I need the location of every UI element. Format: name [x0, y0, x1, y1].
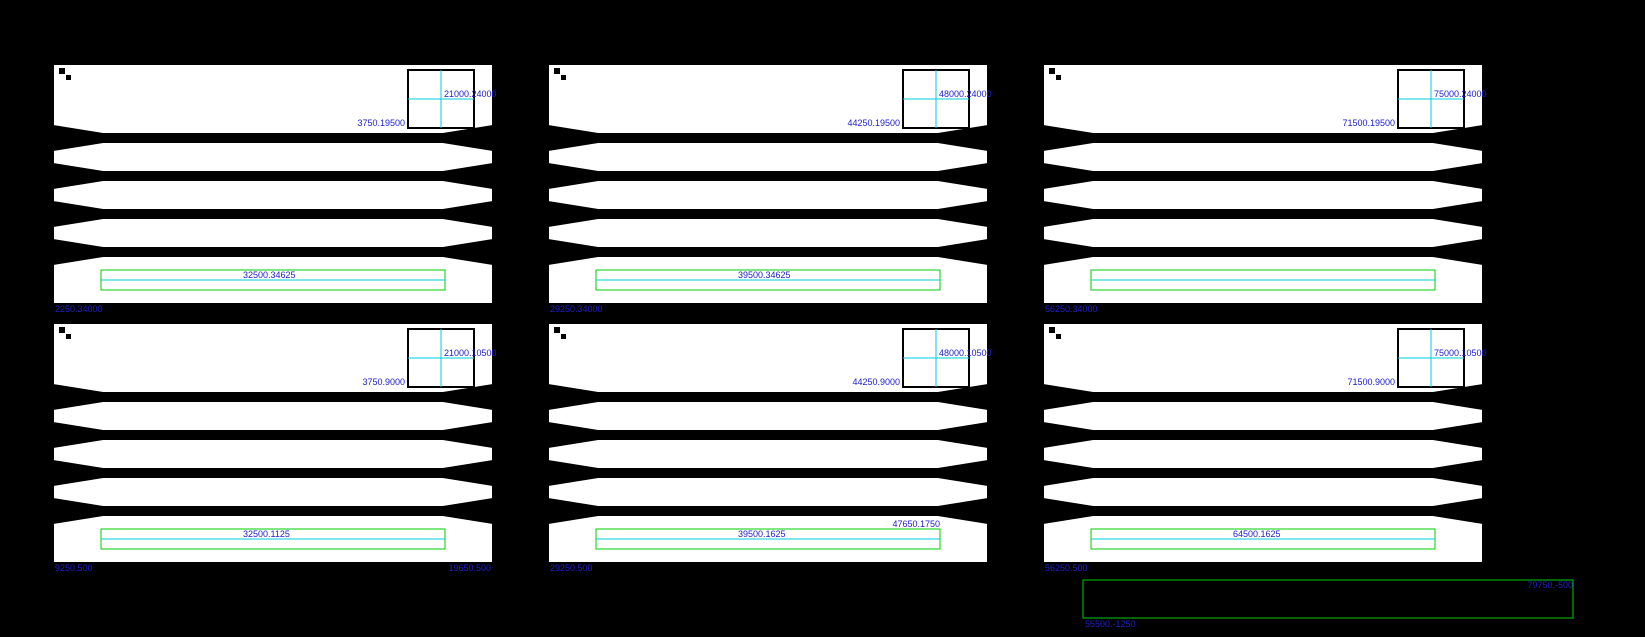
coord-label: 32500.1125	[243, 529, 290, 539]
coord-label: 9250.500	[55, 563, 93, 573]
coord-label: 48000.24000	[939, 89, 992, 99]
panel: 75000.10500 71500.9000 64500.1625 56250.500	[1043, 323, 1487, 573]
coord-label: 39500.34625	[738, 270, 791, 280]
coord-label: 21000.24000	[444, 89, 497, 99]
coord-label: 3750.19500	[357, 118, 405, 128]
coord-label: 75000.10500	[1434, 348, 1487, 358]
coord-label: 29250.34000	[550, 304, 603, 314]
coord-label: 48000.10500	[939, 348, 992, 358]
panel: 21000.10500 3750.9000 32500.1125 9250.500 19…	[53, 323, 497, 573]
panel: 48000.24000 44250.19500 39500.34625 29250.3…	[548, 64, 992, 314]
panel: 48000.10500 44250.9000 39500.1625 47650.175…	[548, 323, 992, 573]
loose-box	[1083, 580, 1573, 618]
coord-label: 71500.9000	[1347, 377, 1395, 387]
coord-label: 47650.1750	[892, 519, 940, 529]
cad-sheet: 21000.24000 3750.19500 32500.34625 2250.340…	[0, 0, 1645, 637]
coord-label: 3750.9000	[362, 377, 405, 387]
coord-label: 79750.-500	[1527, 580, 1573, 590]
coord-label: 44250.19500	[847, 118, 900, 128]
coord-label: 32500.34625	[243, 270, 296, 280]
coord-label: 64500.1625	[1233, 529, 1281, 539]
coord-label: 21000.10500	[444, 348, 497, 358]
coord-label: 71500.19500	[1342, 118, 1395, 128]
coord-label: 55500.-1250	[1085, 619, 1136, 629]
coord-label: 2250.34000	[55, 304, 103, 314]
coord-label: 39500.1625	[738, 529, 786, 539]
coord-label: 56250.34000	[1045, 304, 1098, 314]
coord-label: 29250.500	[550, 563, 593, 573]
coord-label: 56250.500	[1045, 563, 1088, 573]
coord-label: 44250.9000	[852, 377, 900, 387]
panel: 75000.24000 71500.19500 56250.34000	[1043, 64, 1487, 314]
coord-label: 19650.500	[448, 563, 491, 573]
coord-label: 75000.24000	[1434, 89, 1487, 99]
panel: 21000.24000 3750.19500 32500.34625 2250.340…	[53, 64, 497, 314]
